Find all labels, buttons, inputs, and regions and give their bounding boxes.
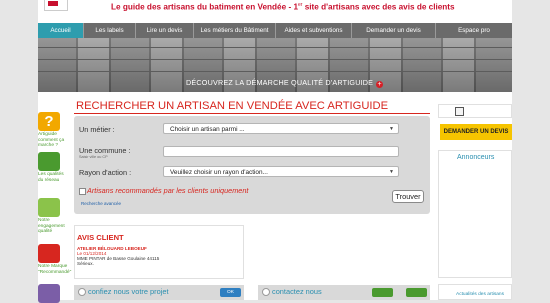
- commune-label: Une commune :: [79, 146, 131, 155]
- commune-input[interactable]: [163, 146, 399, 157]
- logo-flag-icon: [48, 1, 58, 6]
- contact-label[interactable]: contactez nous: [272, 287, 322, 296]
- project-label[interactable]: confiez nous votre projet: [88, 287, 169, 296]
- chevron-down-icon: ▼: [389, 169, 394, 175]
- brand-icon: [38, 244, 60, 263]
- email-button[interactable]: [406, 288, 427, 297]
- review-text: Sérieux.: [77, 261, 94, 266]
- feature-label: Les qualités du réseau: [38, 172, 64, 183]
- feature-label: Artiguide comment ça marche ?: [38, 132, 65, 148]
- feature-network-qualities[interactable]: Les qualités du réseau: [38, 152, 70, 183]
- quality-icon: [38, 198, 60, 217]
- advertisers-title[interactable]: Annonceurs: [457, 154, 494, 161]
- rayon-label: Rayon d'action :: [79, 168, 132, 177]
- nav-item-labels[interactable]: Les labels: [84, 23, 136, 38]
- chat-icon: [38, 284, 60, 303]
- nav-item-demander-devis[interactable]: Demander un devis: [352, 23, 436, 38]
- banner-caption[interactable]: DÉCOUVREZ LA DÉMARCHE QUALITÉ D'ARTIGUID…: [186, 78, 384, 88]
- nav-item-lire-devis[interactable]: Lire un devis: [136, 23, 194, 38]
- nav-item-metiers[interactable]: Les métiers du Bâtiment: [194, 23, 276, 38]
- tagline-main: Le guide des artisans du batiment en Ven…: [111, 2, 298, 12]
- feature-how-it-works[interactable]: ? Artiguide comment ça marche ?: [38, 112, 70, 149]
- recommended-only-label[interactable]: Artisans recommandés par les clients uni…: [87, 186, 248, 195]
- window-icon[interactable]: [455, 107, 464, 116]
- banner-stone-line: [38, 71, 512, 72]
- metier-select[interactable]: Choisir un artisan parmi ... ▼: [163, 123, 399, 134]
- recommended-only-checkbox[interactable]: [79, 188, 86, 195]
- metier-label: Un métier :: [79, 125, 115, 134]
- contact-bar: contactez nous: [258, 285, 430, 300]
- rayon-select[interactable]: Veuillez choisir un rayon d'action... ▼: [163, 166, 399, 177]
- chevron-down-icon: ▼: [389, 126, 394, 132]
- plus-icon: +: [376, 81, 384, 88]
- nav-item-aides[interactable]: Aides et subventions: [276, 23, 352, 38]
- project-bar: confiez nous votre projet OK: [74, 285, 244, 300]
- banner-stone-line: [38, 59, 512, 60]
- site-logo[interactable]: [44, 0, 68, 11]
- network-icon: [38, 152, 60, 171]
- user-icon: [262, 288, 270, 296]
- banner-caption-text: DÉCOUVREZ LA DÉMARCHE QUALITÉ D'ARTIGUID…: [186, 78, 374, 87]
- review-title: AVIS CLIENT: [77, 233, 124, 242]
- feature-brand-recommended[interactable]: Notre Marque "Recommandé": [38, 244, 72, 275]
- banner-stone-line: [38, 47, 512, 48]
- nav-item-espace-pro[interactable]: Espace pro: [436, 23, 512, 38]
- feature-label: Notre engagement qualité: [38, 218, 65, 234]
- project-ok-button[interactable]: OK: [220, 288, 241, 297]
- right-top-box: [438, 104, 512, 118]
- divider: [74, 113, 430, 114]
- main-nav: Accueil Les labels Lire un devis Les mét…: [38, 23, 512, 38]
- phone-button[interactable]: [372, 288, 393, 297]
- artisan-news-link[interactable]: Actualités des artisans: [456, 292, 504, 297]
- question-icon: ?: [38, 112, 60, 131]
- customer-review-card: AVIS CLIENT ATELIER BÉLOUARD LEBOEUF Le …: [74, 225, 244, 279]
- nav-item-accueil[interactable]: Accueil: [38, 23, 84, 38]
- tagline-rest: site d'artisans avec des avis de clients: [302, 2, 455, 12]
- request-quote-button[interactable]: DEMANDER UN DEVIS: [440, 124, 512, 140]
- feature-chat[interactable]: [38, 284, 70, 303]
- site-tagline: Le guide des artisans du batiment en Ven…: [111, 2, 455, 12]
- user-icon: [78, 288, 86, 296]
- commune-hint: Saisir ville ou CP: [79, 155, 108, 159]
- feature-quality-commitment[interactable]: Notre engagement qualité: [38, 198, 70, 235]
- advertisers-box: [438, 150, 512, 278]
- metier-select-value: Choisir un artisan parmi ...: [170, 126, 245, 133]
- find-button[interactable]: Trouver: [392, 190, 424, 203]
- hero-banner[interactable]: DÉCOUVREZ LA DÉMARCHE QUALITÉ D'ARTIGUID…: [38, 38, 512, 92]
- advanced-search-link[interactable]: Recherche avancée: [81, 201, 121, 206]
- search-title: RECHERCHER UN ARTISAN EN VENDÉE AVEC ART…: [76, 100, 389, 112]
- feature-label: Notre Marque "Recommandé": [38, 264, 72, 275]
- rayon-select-value: Veuillez choisir un rayon d'action...: [170, 169, 268, 176]
